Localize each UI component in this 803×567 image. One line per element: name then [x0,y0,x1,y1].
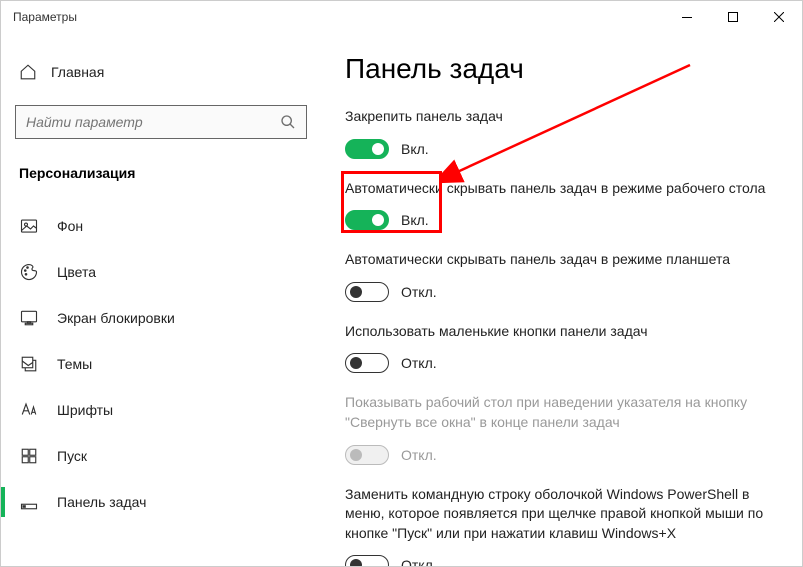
setting-autohide-tablet: Автоматически скрывать панель задач в ре… [345,250,778,302]
window-title: Параметры [13,10,664,24]
sidebar-item-colors[interactable]: Цвета [1,249,321,295]
page-title: Панель задач [345,53,778,85]
toggle-row: Вкл. [345,210,778,230]
sidebar-item-background[interactable]: Фон [1,203,321,249]
sidebar-item-label: Цвета [57,264,96,280]
themes-icon [19,354,39,374]
setting-label: Заменить командную строку оболочкой Wind… [345,485,778,544]
toggle-switch[interactable] [345,353,389,373]
toggle-switch [345,445,389,465]
setting-powershell: Заменить командную строку оболочкой Wind… [345,485,778,566]
sidebar-item-label: Фон [57,218,83,234]
sidebar-item-label: Пуск [57,448,87,464]
picture-icon [19,216,39,236]
toggle-state-text: Откл. [401,447,437,463]
setting-label: Использовать маленькие кнопки панели зад… [345,322,778,342]
sidebar: Главная Персонализация Фон Цвета Экра [1,33,321,566]
search-box[interactable] [15,105,307,139]
section-title: Персонализация [1,157,321,203]
sidebar-item-label: Панель задач [57,494,146,510]
toggle-switch[interactable] [345,139,389,159]
palette-icon [19,262,39,282]
sidebar-item-themes[interactable]: Темы [1,341,321,387]
lockscreen-icon [19,308,39,328]
home-link[interactable]: Главная [1,53,321,91]
toggle-row: Откл. [345,282,778,302]
search-input[interactable] [26,114,280,130]
setting-autohide-desktop: Автоматически скрывать панель задач в ре… [345,179,778,231]
home-icon [19,63,37,81]
sidebar-item-label: Темы [57,356,92,372]
window-controls [664,1,802,33]
toggle-state-text: Вкл. [401,212,429,228]
setting-peek-desktop: Показывать рабочий стол при наведении ук… [345,393,778,464]
sidebar-item-label: Шрифты [57,402,113,418]
setting-label: Автоматически скрывать панель задач в ре… [345,250,778,270]
sidebar-item-start[interactable]: Пуск [1,433,321,479]
setting-label: Закрепить панель задач [345,107,778,127]
titlebar: Параметры [1,1,802,33]
toggle-state-text: Вкл. [401,141,429,157]
setting-label: Автоматически скрывать панель задач в ре… [345,179,778,199]
sidebar-item-label: Экран блокировки [57,310,175,326]
sidebar-item-taskbar[interactable]: Панель задач [1,479,321,525]
sidebar-item-lockscreen[interactable]: Экран блокировки [1,295,321,341]
close-button[interactable] [756,1,802,33]
toggle-state-text: Откл. [401,284,437,300]
toggle-state-text: Откл. [401,355,437,371]
setting-label: Показывать рабочий стол при наведении ук… [345,393,778,432]
toggle-row: Откл. [345,445,778,465]
fonts-icon [19,400,39,420]
settings-window: Параметры Главная Персонализация Фон [0,0,803,567]
taskbar-icon [19,492,39,512]
home-label: Главная [51,64,104,80]
setting-lock-taskbar: Закрепить панель задач Вкл. [345,107,778,159]
window-body: Главная Персонализация Фон Цвета Экра [1,33,802,566]
toggle-row: Откл. [345,555,778,566]
toggle-row: Откл. [345,353,778,373]
nav-list: Фон Цвета Экран блокировки Темы Шрифты [1,203,321,525]
content-pane: Панель задач Закрепить панель задач Вкл.… [321,33,802,566]
toggle-row: Вкл. [345,139,778,159]
toggle-switch[interactable] [345,282,389,302]
toggle-switch[interactable] [345,210,389,230]
minimize-button[interactable] [664,1,710,33]
setting-small-buttons: Использовать маленькие кнопки панели зад… [345,322,778,374]
maximize-button[interactable] [710,1,756,33]
sidebar-item-fonts[interactable]: Шрифты [1,387,321,433]
start-icon [19,446,39,466]
toggle-state-text: Откл. [401,557,437,566]
search-icon [280,114,296,130]
toggle-switch[interactable] [345,555,389,566]
